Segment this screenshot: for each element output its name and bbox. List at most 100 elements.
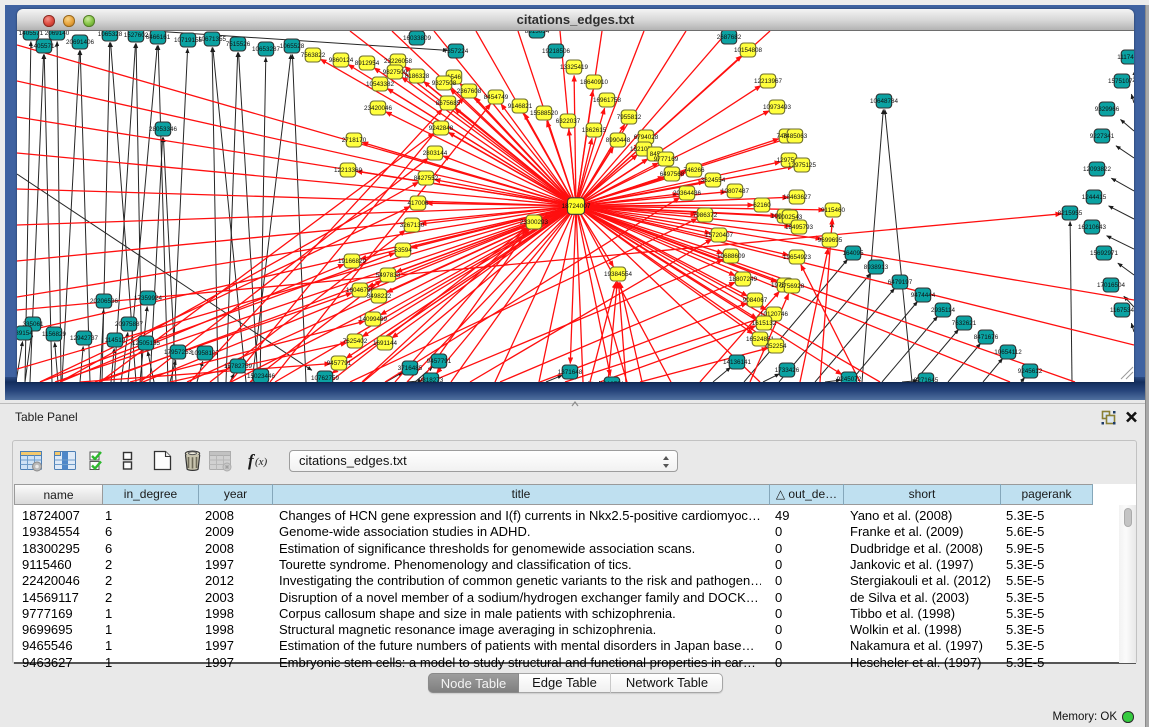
svg-text:10762759: 10762759	[311, 375, 340, 382]
svg-text:18495793: 18495793	[785, 224, 814, 231]
svg-text:9457791: 9457791	[327, 360, 352, 367]
svg-text:20691406: 20691406	[66, 39, 95, 46]
svg-text:1156829: 1156829	[42, 331, 67, 338]
svg-text:17016504: 17016504	[1097, 282, 1126, 289]
svg-text:9474444: 9474444	[911, 292, 936, 299]
svg-text:2687682: 2687682	[717, 34, 742, 41]
svg-text:9318273: 9318273	[419, 377, 444, 382]
svg-text:1733426: 1733426	[775, 367, 800, 374]
svg-text:417006: 417006	[407, 200, 429, 207]
svg-text:20364436: 20364436	[673, 190, 702, 197]
svg-text:16210643: 16210643	[1078, 224, 1107, 231]
svg-text:15588520: 15588520	[530, 110, 559, 117]
svg-text:9756928: 9756928	[780, 283, 805, 290]
svg-text:23300293: 23300293	[520, 219, 549, 226]
svg-text:19654923: 19654923	[783, 254, 812, 261]
svg-text:252254: 252254	[765, 343, 787, 350]
svg-text:7625402: 7625402	[343, 338, 368, 345]
svg-text:19218506: 19218506	[542, 48, 571, 55]
svg-text:15720407: 15720407	[705, 232, 734, 239]
svg-text:746266: 746266	[683, 167, 705, 174]
svg-text:8471676: 8471676	[974, 334, 999, 341]
svg-text:8427552: 8427552	[414, 175, 439, 182]
svg-text:28053346: 28053346	[149, 126, 178, 133]
svg-text:9245072: 9245072	[837, 376, 862, 382]
svg-text:14099489: 14099489	[359, 316, 388, 323]
svg-text:62160: 62160	[753, 202, 771, 209]
svg-text:9777169: 9777169	[654, 156, 679, 163]
svg-text:10671355: 10671355	[198, 36, 227, 43]
svg-text:16782759: 16782759	[224, 363, 253, 370]
svg-text:2803144: 2803144	[423, 150, 448, 157]
svg-text:9115460: 9115460	[821, 207, 846, 214]
svg-text:(x): (x)	[255, 456, 268, 468]
svg-text:9242848: 9242848	[429, 125, 454, 132]
svg-text:3267130: 3267130	[400, 222, 425, 229]
svg-text:9084067: 9084067	[743, 297, 768, 304]
svg-text:8813054: 8813054	[525, 31, 550, 35]
svg-text:6322037: 6322037	[556, 118, 581, 125]
svg-text:2069140: 2069140	[45, 31, 70, 37]
svg-text:7955812: 7955812	[617, 114, 642, 121]
svg-text:8454749: 8454749	[484, 94, 509, 101]
svg-text:23420046: 23420046	[364, 105, 393, 112]
svg-text:3498222: 3498222	[367, 293, 392, 300]
svg-text:15751074: 15751074	[1108, 78, 1134, 85]
svg-text:7986372: 7986372	[693, 212, 718, 219]
svg-text:1065328: 1065328	[98, 31, 123, 38]
svg-text:12213967: 12213967	[754, 78, 783, 85]
svg-text:8675685: 8675685	[436, 100, 461, 107]
svg-text:9860124: 9860124	[329, 57, 354, 64]
svg-text:3716485: 3716485	[398, 365, 423, 372]
svg-text:15023446: 15023446	[247, 373, 276, 380]
svg-text:1405571: 1405571	[19, 31, 44, 37]
svg-text:6466161: 6466161	[146, 34, 171, 41]
svg-text:8912954: 8912954	[355, 60, 380, 67]
svg-text:1167534: 1167534	[1110, 307, 1134, 314]
svg-text:8186328: 8186328	[405, 73, 430, 80]
svg-text:1371648: 1371648	[558, 369, 583, 376]
svg-text:19166829: 19166829	[338, 258, 367, 265]
svg-text:3624554: 3624554	[701, 177, 726, 184]
svg-text:39154: 39154	[17, 330, 33, 337]
svg-text:12213369: 12213369	[334, 167, 363, 174]
svg-text:6794028: 6794028	[634, 134, 659, 141]
svg-text:18640910: 18640910	[580, 79, 609, 86]
svg-text:7357224: 7357224	[444, 48, 469, 55]
svg-text:8271645: 8271645	[914, 377, 939, 382]
svg-text:2718170: 2718170	[342, 137, 367, 144]
svg-text:19384554: 19384554	[604, 271, 633, 278]
svg-text:10543382: 10543382	[366, 81, 395, 88]
svg-text:9245612: 9245612	[1018, 368, 1043, 375]
svg-text:10648784: 10648784	[870, 98, 899, 105]
svg-text:1065528: 1065528	[280, 43, 305, 50]
svg-text:2935114: 2935114	[931, 307, 956, 314]
svg-text:9699695: 9699695	[818, 237, 843, 244]
svg-text:1910751: 1910751	[600, 381, 625, 382]
svg-text:10654112: 10654112	[994, 349, 1022, 356]
svg-text:1615132: 1615132	[752, 320, 777, 327]
svg-text:9227341: 9227341	[1090, 133, 1115, 140]
svg-text:8938913: 8938913	[864, 264, 889, 271]
svg-text:9327508: 9327508	[432, 80, 457, 87]
svg-text:7563822: 7563822	[301, 52, 326, 59]
svg-text:10653287: 10653287	[252, 46, 281, 53]
svg-text:114519: 114519	[105, 337, 126, 344]
svg-text:7485063: 7485063	[783, 133, 808, 140]
svg-text:1117495: 1117495	[1117, 54, 1134, 61]
svg-text:9457791: 9457791	[427, 358, 452, 365]
svg-text:5497833: 5497833	[376, 272, 401, 279]
svg-text:20975887: 20975887	[115, 321, 144, 328]
svg-text:20206536: 20206536	[90, 298, 119, 305]
svg-text:7632621: 7632621	[952, 320, 977, 327]
svg-text:7515526: 7515526	[226, 41, 251, 48]
svg-text:15692971: 15692971	[1090, 250, 1119, 257]
svg-text:13325419: 13325419	[560, 64, 589, 71]
svg-text:10958107: 10958107	[191, 350, 220, 357]
svg-text:18724007: 18724007	[562, 203, 591, 210]
svg-text:12505135: 12505135	[132, 340, 161, 347]
svg-text:17359924: 17359924	[134, 295, 163, 302]
svg-text:1691144: 1691144	[373, 340, 398, 347]
svg-text:6479197: 6479197	[888, 279, 913, 286]
svg-text:18807249: 18807249	[729, 276, 758, 283]
